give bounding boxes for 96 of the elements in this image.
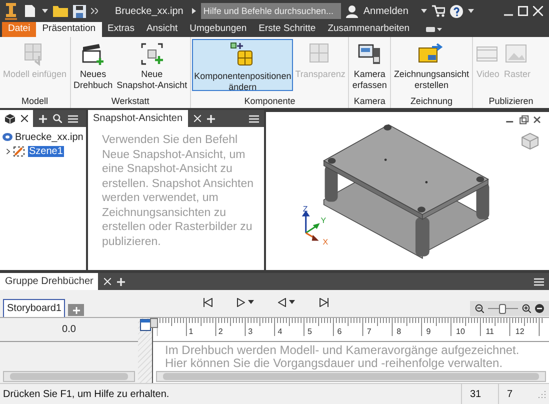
status-cell: 31	[461, 384, 498, 404]
time-value: 0.0	[62, 324, 76, 335]
zoom-out-icon[interactable]	[475, 304, 484, 313]
tree-label: Bruecke_xx.ipn	[15, 132, 84, 142]
caret-icon[interactable]	[289, 300, 295, 304]
search-icon[interactable]	[53, 114, 62, 123]
sign-in-link[interactable]: Anmelden	[363, 6, 408, 16]
panel-toggle-icon[interactable]	[426, 26, 442, 33]
caret-icon[interactable]	[248, 300, 254, 304]
chevrons-icon[interactable]	[91, 8, 98, 14]
ribbon-tab[interactable]: Zusammenarbeiten	[322, 22, 416, 37]
ruler-label: 7	[366, 327, 372, 336]
add-icon	[72, 306, 80, 314]
collapse-icon[interactable]	[535, 304, 544, 313]
group-label: Publizieren	[488, 95, 534, 108]
ribbon-button[interactable]: Zeichnungsansicht erstellen	[392, 39, 471, 91]
ribbon-button[interactable]: Komponentenpositionen ändern	[192, 39, 294, 91]
group-label: Werkstatt	[110, 95, 150, 108]
play-reverse-icon[interactable]	[278, 298, 286, 306]
ribbon-tab[interactable]: Erste Schritte	[252, 22, 322, 37]
snapshot-add-icon[interactable]	[140, 42, 164, 66]
play-icon[interactable]	[237, 298, 245, 306]
caret-icon[interactable]	[421, 9, 428, 13]
ribbon-tab[interactable]: Umgebungen	[184, 22, 253, 37]
add-storyboard-button[interactable]	[68, 304, 84, 316]
snapshot-hint: Verwenden Sie den Befehl Neue Snapshot-Ansicht, um eine Snapshot-Ansicht zu erstellen. Snapshot Ansichten werden verwendet, um Zeichnungsansichten zu erstellen oder Rasterbilder zu publizieren.	[102, 133, 255, 249]
menu-icon[interactable]	[534, 278, 544, 286]
tree-item[interactable]: Szene1	[2, 144, 84, 158]
status-cell: 7	[498, 384, 535, 404]
user-icon[interactable]	[346, 4, 358, 18]
storyboard-hint: Im Drehbuch werden Modell- und Kameravorgänge aufgezeichnet.	[165, 344, 520, 357]
maximize-icon[interactable]	[518, 6, 528, 16]
playhead-handle[interactable]	[150, 318, 158, 328]
caret-icon[interactable]	[42, 9, 48, 13]
menu-icon[interactable]	[249, 114, 259, 122]
ruler-label: 10	[456, 327, 465, 336]
scrollbar[interactable]	[3, 371, 135, 382]
ruler-label: 1	[188, 327, 194, 336]
folder-icon[interactable]	[53, 5, 68, 17]
scene-icon	[13, 145, 26, 157]
tree-item[interactable]: Bruecke_xx.ipn	[2, 130, 84, 144]
add-icon[interactable]	[206, 114, 215, 122]
model-tab[interactable]	[0, 110, 33, 127]
group-label: Kamera	[352, 95, 386, 108]
close-icon[interactable]	[533, 116, 541, 124]
ribbon-tab[interactable]: Präsentation	[36, 22, 102, 37]
arrow-icon[interactable]	[192, 8, 196, 14]
group-label: Modell	[20, 95, 50, 108]
snapshot-tab[interactable]: Snapshot-Ansichten	[88, 110, 188, 127]
storyboard-group-tab[interactable]: Gruppe Drehbücher	[0, 273, 98, 290]
camera-icon[interactable]	[358, 42, 382, 66]
ruler-label: 12	[515, 327, 524, 336]
caret-icon[interactable]	[468, 9, 474, 13]
ruler-label: 8	[396, 327, 402, 336]
ruler-label: 11	[486, 327, 494, 336]
skip-to-start-icon[interactable]	[203, 298, 213, 306]
help-icon[interactable]	[450, 4, 464, 18]
ruler-label: 9	[426, 327, 431, 336]
file-name: Bruecke_xx.ipn	[115, 6, 184, 16]
save-icon[interactable]	[73, 4, 86, 18]
storyboard-tab[interactable]: Storyboard1	[3, 299, 66, 317]
minimize-icon[interactable]	[506, 121, 514, 122]
cube-icon	[5, 114, 15, 124]
close-icon[interactable]	[21, 115, 28, 122]
axis-triad-drawing	[302, 210, 320, 241]
ruler-label: 5	[308, 327, 312, 336]
new-file-icon[interactable]	[23, 4, 37, 18]
restore-icon[interactable]	[520, 115, 529, 124]
menu-icon[interactable]	[68, 114, 78, 122]
clapperboard-icon[interactable]	[81, 42, 106, 66]
cart-icon[interactable]	[432, 5, 446, 17]
resize-grip-icon[interactable]	[538, 390, 546, 398]
storyboard-icon[interactable]	[140, 319, 150, 331]
search-field[interactable]: Hilfe und Befehle durchsuchen...	[201, 3, 342, 19]
storyboard-hint: Hier können Sie die Vorgangsdauer und -reihenfolge verwalten.	[165, 357, 503, 370]
add-icon[interactable]	[39, 114, 47, 122]
ruler-label: 4	[278, 327, 282, 336]
add-icon[interactable]	[117, 278, 126, 286]
ruler-label: 3	[248, 327, 253, 336]
ruler-label: 6	[337, 327, 342, 336]
ruler-label: 2	[218, 327, 223, 336]
slider-thumb[interactable]	[498, 304, 506, 314]
tree-label: Szene1	[28, 146, 64, 156]
group-label: Zeichnung	[409, 95, 454, 108]
status-text: Drücken Sie F1, um Hilfe zu erhalten.	[2, 388, 170, 400]
ribbon-button[interactable]: Neues Drehbuch	[72, 39, 115, 91]
scrollbar[interactable]	[156, 371, 546, 382]
group-label: Komponente	[243, 95, 296, 108]
skip-to-end-icon[interactable]	[319, 298, 329, 306]
app-logo-icon[interactable]	[4, 2, 18, 20]
view-cube-icon[interactable]	[522, 132, 539, 150]
zoom-in-icon[interactable]	[522, 304, 531, 313]
ribbon-tab[interactable]: Ansicht	[140, 22, 184, 37]
ribbon-button[interactable]: Kamera erfassen	[350, 39, 389, 91]
ribbon-button[interactable]: Neue Snapshot-Ansicht	[114, 39, 190, 91]
ribbon-tab[interactable]: Extras	[102, 22, 140, 37]
